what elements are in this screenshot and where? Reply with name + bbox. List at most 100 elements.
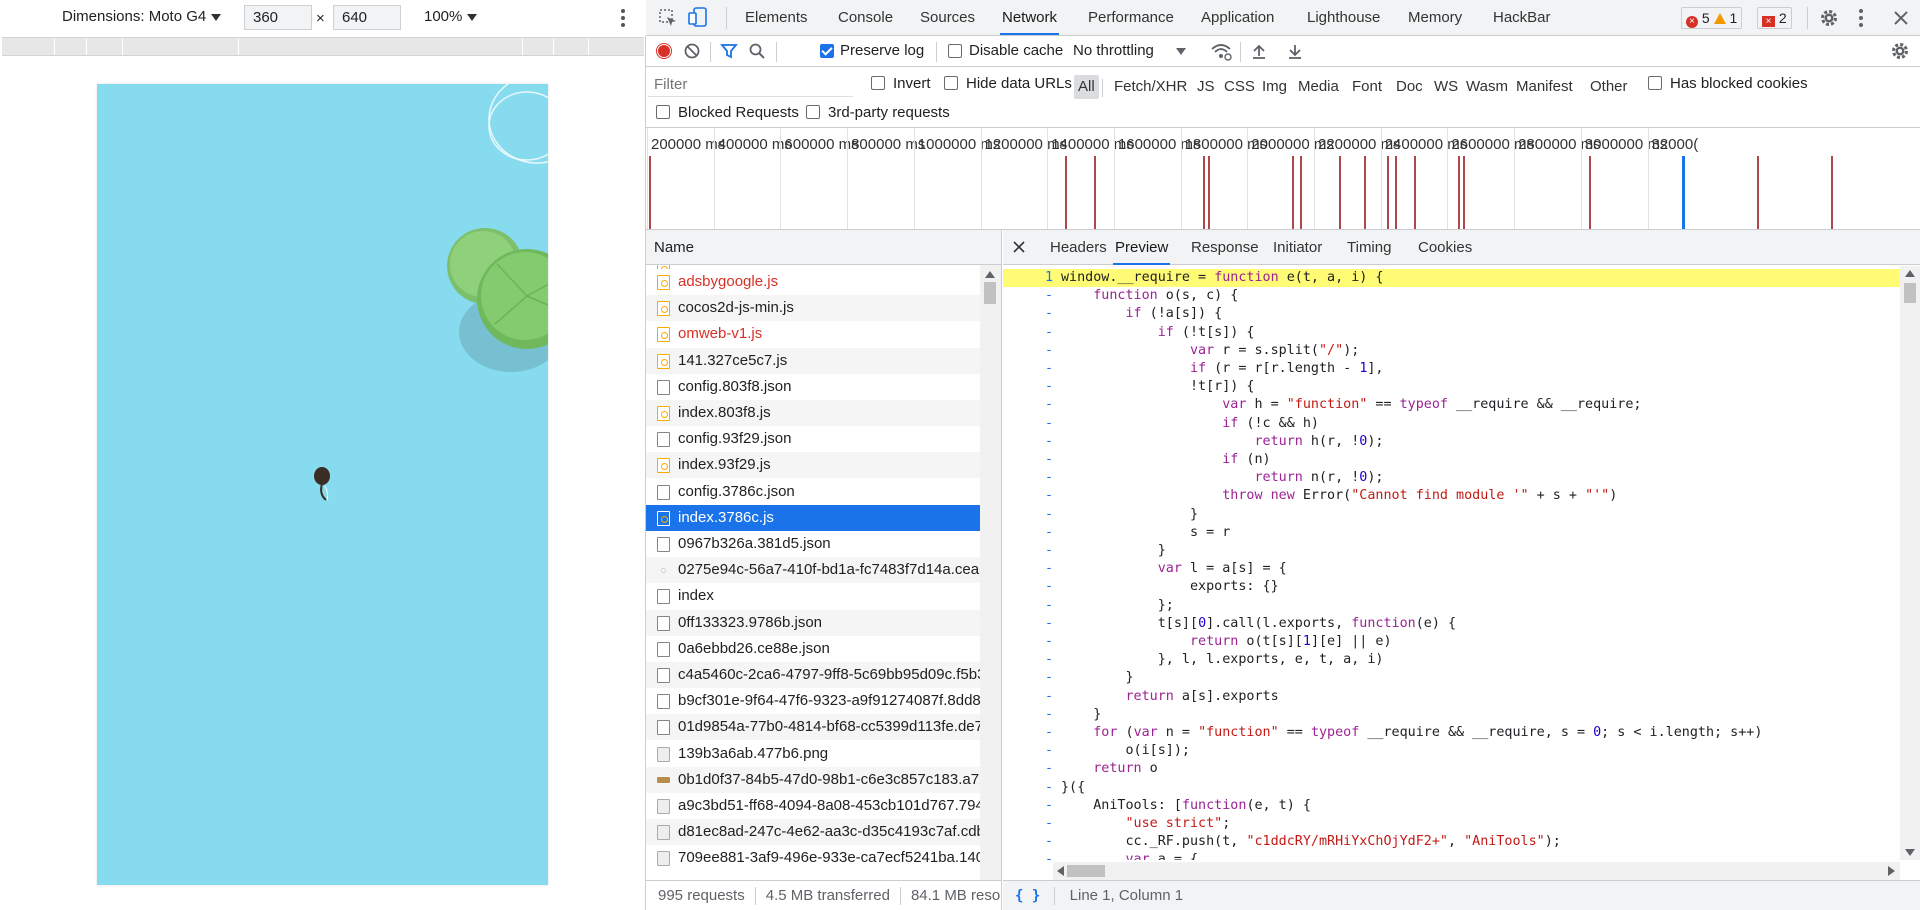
request-row[interactable]: 01d9854a-77b0-4814-bf68-cc5399d113fe.de7 bbox=[646, 714, 980, 741]
code-preview[interactable]: 1 window.__require = function e(t, a, i) … bbox=[1003, 266, 1900, 860]
customize-menu-icon[interactable] bbox=[1854, 7, 1868, 29]
tab-elements[interactable]: Elements bbox=[743, 0, 810, 35]
game-viewport[interactable] bbox=[97, 84, 548, 885]
scroll-down-arrow-icon[interactable] bbox=[1905, 849, 1915, 856]
code-vertical-scrollbar[interactable] bbox=[1900, 266, 1920, 860]
network-overview-timeline[interactable]: 200000 ms 400000 ms 600000 ms 800000 ms 1000… bbox=[646, 128, 1920, 230]
request-row[interactable]: index bbox=[646, 583, 980, 609]
request-row[interactable]: 0a6ebbd26.ce88e.json bbox=[646, 636, 980, 662]
type-filter-font[interactable]: Font bbox=[1350, 75, 1384, 99]
type-filter-css[interactable]: CSS bbox=[1222, 75, 1257, 99]
type-filter-manifest[interactable]: Manifest bbox=[1514, 75, 1575, 99]
request-row[interactable]: b9cf301e-9f64-47f6-9323-a9f91274087f.8dd… bbox=[646, 688, 980, 714]
request-row[interactable]: cocos2d-js-min.js bbox=[646, 295, 980, 322]
request-row[interactable]: 0967b326a.381d5.json bbox=[646, 531, 980, 557]
tab-sources[interactable]: Sources bbox=[918, 0, 977, 35]
scroll-right-arrow-icon[interactable] bbox=[1888, 866, 1895, 876]
search-icon[interactable] bbox=[748, 42, 766, 60]
request-row[interactable]: 709ee881-3af9-496e-933e-ca7ecf5241ba.140… bbox=[646, 845, 980, 871]
import-har-icon[interactable] bbox=[1250, 42, 1268, 60]
tab-performance[interactable]: Performance bbox=[1086, 0, 1176, 35]
type-filter-other[interactable]: Other bbox=[1588, 75, 1630, 99]
clear-icon[interactable] bbox=[683, 42, 701, 60]
scrollbar-thumb[interactable] bbox=[1067, 865, 1105, 877]
type-filter-ws[interactable]: WS bbox=[1432, 75, 1460, 99]
tab-console[interactable]: Console bbox=[836, 0, 895, 35]
request-row[interactable]: c4a5460c-2ca6-4797-9ff8-5c69bb95d09c.f5b… bbox=[646, 662, 980, 688]
media-query-ruler[interactable] bbox=[2, 37, 644, 56]
request-name: cocos2d-js-min.js bbox=[678, 299, 794, 317]
request-row[interactable]: 141.327ce5c7.js bbox=[646, 347, 980, 374]
request-row[interactable]: adsbygoogle.js bbox=[646, 269, 980, 295]
tab-memory[interactable]: Memory bbox=[1406, 0, 1464, 35]
hide-data-urls-checkbox[interactable] bbox=[944, 76, 958, 90]
tab-lighthouse[interactable]: Lighthouse bbox=[1305, 0, 1382, 35]
record-icon[interactable] bbox=[655, 42, 673, 60]
request-row[interactable]: d81ec8ad-247c-4e62-aa3c-d35c4193c7af.cdb bbox=[646, 819, 980, 846]
network-settings-gear-icon[interactable] bbox=[1890, 41, 1910, 61]
request-row[interactable]: omweb-v1.js bbox=[646, 321, 980, 347]
type-filter-wasm[interactable]: Wasm bbox=[1464, 75, 1510, 99]
throttling-dropdown[interactable]: No throttling bbox=[1073, 42, 1187, 59]
tab-preview[interactable]: Preview bbox=[1113, 230, 1171, 265]
scroll-up-arrow-icon[interactable] bbox=[1905, 270, 1915, 277]
type-filter-media[interactable]: Media bbox=[1296, 75, 1341, 99]
request-row[interactable]: config.803f8.json bbox=[646, 374, 980, 400]
name-column-header[interactable]: Name bbox=[646, 230, 1001, 265]
request-row[interactable]: index.3786c.js bbox=[646, 504, 980, 531]
request-row[interactable]: 0275e94c-56a7-410f-bd1a-fc7483f7d14a.cea… bbox=[646, 557, 980, 584]
blocked-requests-checkbox[interactable] bbox=[656, 105, 670, 119]
scroll-up-arrow-icon[interactable] bbox=[985, 271, 995, 278]
scrollbar-thumb[interactable] bbox=[1904, 283, 1916, 303]
request-row[interactable]: 0b1d0f37-84b5-47d0-98b1-c6e3c857c183.a72 bbox=[646, 766, 980, 793]
tab-headers[interactable]: Headers bbox=[1048, 230, 1109, 265]
settings-gear-icon[interactable] bbox=[1818, 7, 1840, 29]
tab-cookies[interactable]: Cookies bbox=[1416, 230, 1474, 265]
more-options-icon[interactable] bbox=[616, 7, 630, 29]
export-har-icon[interactable] bbox=[1286, 42, 1304, 60]
request-list-scrollbar[interactable] bbox=[980, 265, 1001, 880]
inspect-element-icon[interactable] bbox=[658, 8, 678, 28]
request-row[interactable]: 0ff133323.9786b.json bbox=[646, 609, 980, 636]
type-filter-doc[interactable]: Doc bbox=[1394, 75, 1425, 99]
has-blocked-cookies-checkbox[interactable] bbox=[1648, 76, 1662, 90]
filter-funnel-icon[interactable] bbox=[720, 42, 738, 60]
close-detail-icon[interactable] bbox=[1011, 239, 1027, 255]
request-row[interactable]: config.3786c.json bbox=[646, 479, 980, 505]
scrollbar-thumb[interactable] bbox=[984, 282, 996, 304]
invert-checkbox[interactable] bbox=[871, 76, 885, 90]
request-row[interactable]: a9c3bd51-ff68-4094-8a08-453cb101d767.794 bbox=[646, 793, 980, 819]
type-filter-img[interactable]: Img bbox=[1260, 75, 1289, 99]
tab-hackbar[interactable]: HackBar bbox=[1491, 0, 1553, 35]
device-width-input[interactable] bbox=[244, 5, 312, 30]
request-row[interactable]: index.93f29.js bbox=[646, 452, 980, 479]
device-height-input[interactable] bbox=[333, 5, 401, 30]
tab-application[interactable]: Application bbox=[1199, 0, 1276, 35]
scroll-left-arrow-icon[interactable] bbox=[1057, 866, 1064, 876]
type-filter-fetch-xhr[interactable]: Fetch/XHR bbox=[1112, 75, 1189, 99]
disable-cache-checkbox[interactable] bbox=[948, 44, 962, 58]
tab-initiator[interactable]: Initiator bbox=[1271, 230, 1324, 265]
zoom-dropdown[interactable]: 100% bbox=[424, 8, 478, 25]
third-party-requests-checkbox[interactable] bbox=[806, 105, 820, 119]
line-number: 1 bbox=[1044, 270, 1053, 285]
type-filter-all[interactable]: All bbox=[1074, 75, 1099, 99]
tab-response[interactable]: Response bbox=[1189, 230, 1261, 265]
request-row[interactable]: config.93f29.json bbox=[646, 426, 980, 452]
issues-badge[interactable]: × 2 bbox=[1757, 7, 1792, 29]
filter-input[interactable] bbox=[648, 73, 853, 97]
code-horizontal-scrollbar[interactable] bbox=[1053, 862, 1900, 880]
type-filter-js[interactable]: JS bbox=[1195, 75, 1217, 99]
tab-timing[interactable]: Timing bbox=[1345, 230, 1393, 265]
device-dimensions-dropdown[interactable]: Dimensions: Moto G4 bbox=[62, 8, 222, 25]
close-icon[interactable] bbox=[1890, 7, 1912, 29]
console-counts-badge[interactable]: × 5 1 bbox=[1681, 7, 1743, 29]
request-row[interactable]: index.803f8.js bbox=[646, 400, 980, 426]
preserve-log-checkbox[interactable] bbox=[820, 44, 834, 58]
pretty-print-braces-icon[interactable]: { } bbox=[1015, 888, 1040, 904]
network-conditions-wifi-icon[interactable] bbox=[1210, 41, 1232, 61]
device-toolbar-toggle-icon[interactable] bbox=[688, 6, 710, 28]
tab-network[interactable]: Network bbox=[1000, 0, 1060, 35]
request-row[interactable]: 139b3a6ab.477b6.png bbox=[646, 741, 980, 767]
preview-status-bar: { } Line 1, Column 1 bbox=[1003, 880, 1920, 910]
